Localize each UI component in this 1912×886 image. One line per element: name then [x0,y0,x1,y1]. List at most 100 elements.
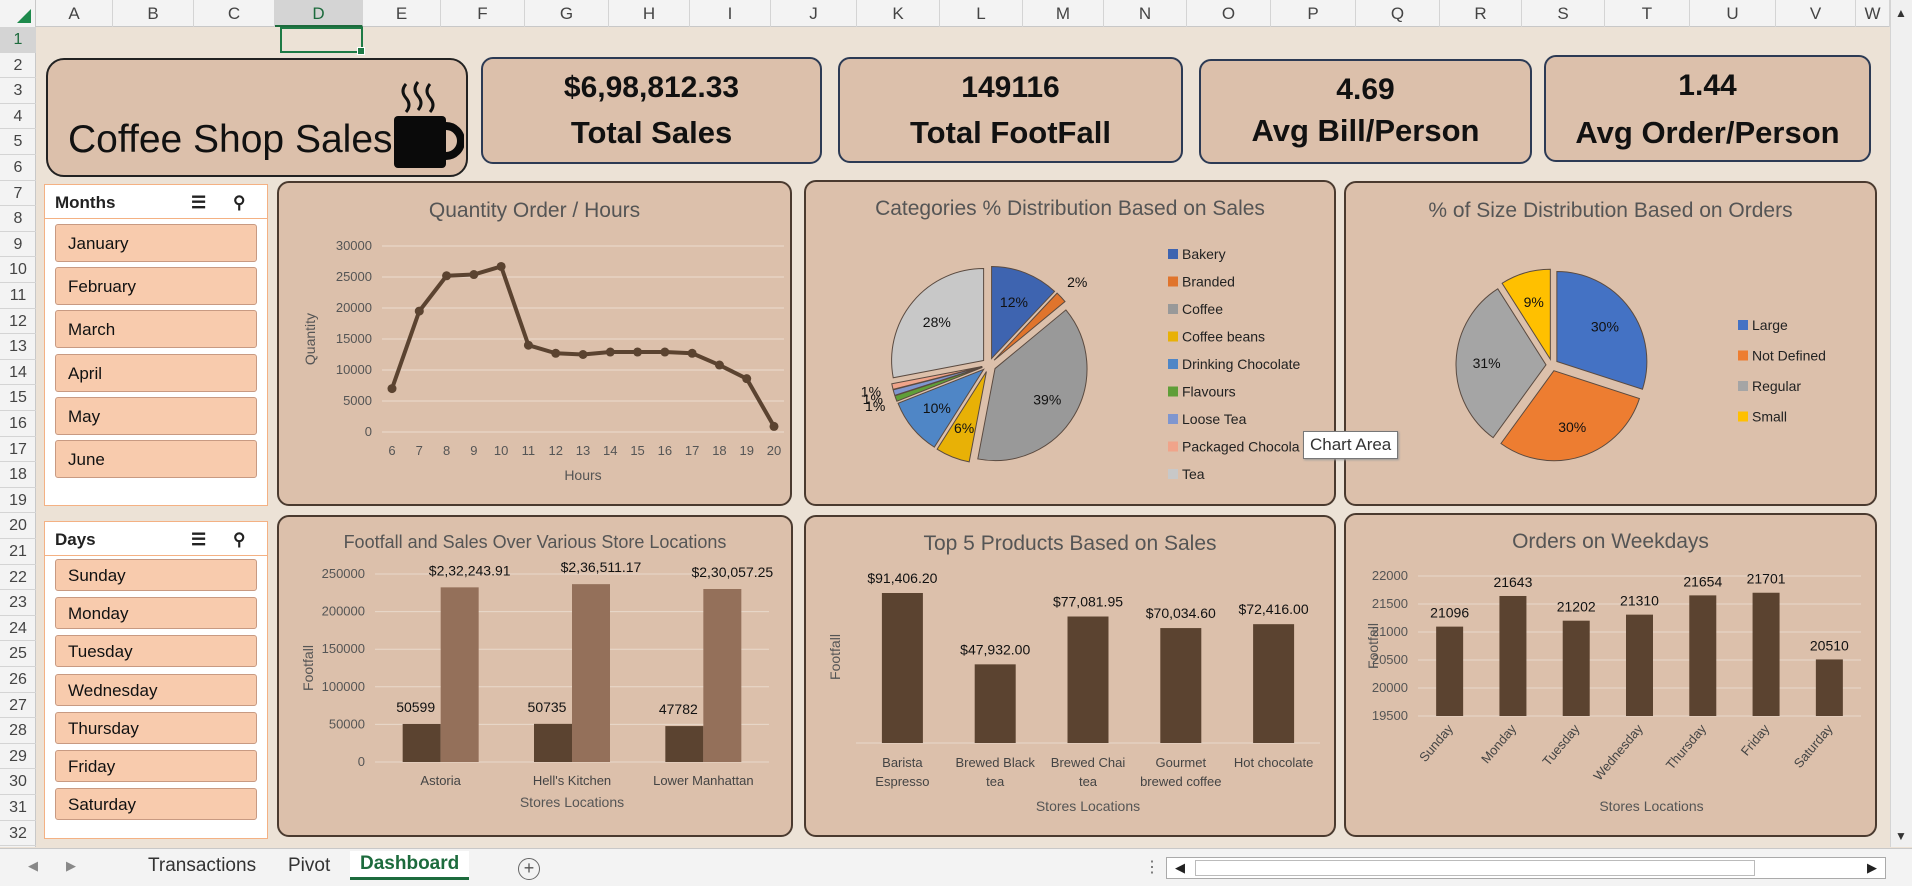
row-header[interactable]: 22 [0,565,36,591]
row-header[interactable]: 18 [0,462,36,488]
chart-categories-pie[interactable]: Categories % Distribution Based on Sales… [804,180,1336,506]
column-header[interactable]: E [363,0,441,27]
column-header[interactable]: C [194,0,275,27]
column-header[interactable]: G [525,0,609,27]
slicer-item-january[interactable]: January [55,224,257,262]
vertical-scrollbar[interactable]: ▲ ▼ [1890,0,1912,847]
clear-filter-icon[interactable]: ⚲ [233,530,245,550]
column-header[interactable]: N [1104,0,1187,27]
prev-sheet-icon[interactable]: ◀ [28,858,38,874]
column-header[interactable]: I [690,0,771,27]
chart-size-pie[interactable]: % of Size Distribution Based on Orders 3… [1344,181,1877,506]
scroll-thumb[interactable] [1195,860,1755,876]
row-header[interactable]: 2 [0,53,36,79]
row-header[interactable]: 31 [0,795,36,821]
row-header[interactable]: 1 [0,27,36,53]
column-header[interactable]: W [1856,0,1890,27]
slicer-item-february[interactable]: February [55,267,257,306]
column-header[interactable]: J [771,0,857,27]
chart-weekdays[interactable]: Orders on Weekdays 19500 20000 20500 21000 2… [1344,513,1877,837]
row-header[interactable]: 11 [0,283,36,309]
row-header[interactable]: 23 [0,590,36,616]
row-header[interactable]: 17 [0,437,36,463]
row-header[interactable]: 21 [0,539,36,565]
tab-pivot[interactable]: Pivot [288,855,330,877]
row-header[interactable]: 6 [0,155,36,181]
row-header[interactable]: 4 [0,104,36,130]
row-header[interactable]: 10 [0,257,36,283]
column-header[interactable]: O [1187,0,1271,27]
column-header[interactable]: K [857,0,940,27]
add-sheet-icon[interactable]: + [518,858,540,880]
x-tick-label: 15 [630,443,644,458]
row-header[interactable]: 25 [0,641,36,667]
slicer-item-march[interactable]: March [55,310,257,349]
column-header[interactable]: U [1690,0,1776,27]
tab-dashboard[interactable]: Dashboard [350,851,470,880]
column-header[interactable]: P [1271,0,1356,27]
slicer-item-wednesday[interactable]: Wednesday [55,673,257,706]
row-header[interactable]: 32 [0,821,36,847]
chart-top-products[interactable]: Top 5 Products Based on Sales $91,406.20… [804,515,1336,837]
column-header[interactable]: R [1440,0,1522,27]
chart-quantity-hours[interactable]: Quantity Order / Hours 0 5000 10000 15000 20… [277,181,792,506]
scroll-left-icon[interactable]: ◀ [1175,860,1185,876]
slicer-item-saturday[interactable]: Saturday [55,788,257,821]
horizontal-scrollbar[interactable]: ◀ ▶ [1166,857,1886,879]
row-header[interactable]: 13 [0,334,36,360]
row-header[interactable]: 15 [0,385,36,411]
kpi-label: Total Sales [570,115,733,150]
multi-select-icon[interactable]: ☰ [191,193,206,213]
row-header[interactable]: 16 [0,411,36,437]
row-header[interactable]: 3 [0,78,36,104]
column-header[interactable]: A [36,0,113,27]
column-header[interactable]: H [609,0,690,27]
row-header[interactable]: 7 [0,181,36,207]
column-header[interactable]: D [275,0,363,27]
clear-filter-icon[interactable]: ⚲ [233,193,245,213]
column-header[interactable]: L [940,0,1023,27]
slicer-item-friday[interactable]: Friday [55,750,257,782]
scroll-right-icon[interactable]: ▶ [1867,860,1877,876]
row-header[interactable]: 19 [0,488,36,514]
column-header[interactable]: T [1605,0,1690,27]
next-sheet-icon[interactable]: ▶ [66,858,76,874]
multi-select-icon[interactable]: ☰ [191,530,206,550]
slicer-item-monday[interactable]: Monday [55,597,257,630]
row-header[interactable]: 27 [0,693,36,719]
row-header[interactable]: 26 [0,667,36,693]
slicer-item-june[interactable]: June [55,440,257,478]
column-header[interactable]: M [1023,0,1104,27]
scroll-up-icon[interactable]: ▲ [1895,6,1907,20]
x-tick-label: 14 [603,443,617,458]
row-header[interactable]: 5 [0,129,36,155]
row-header[interactable]: 9 [0,232,36,258]
row-header[interactable]: 8 [0,206,36,232]
row-header[interactable]: 30 [0,769,36,795]
row-header[interactable]: 24 [0,616,36,642]
select-all-button[interactable] [0,0,36,27]
x-tick-label: brewed coffee [1140,774,1221,789]
slicer-item-thursday[interactable]: Thursday [55,711,257,744]
more-options-icon[interactable]: ⋮ [1144,857,1160,877]
active-cell-d1[interactable] [280,27,365,55]
legend-swatch [1738,381,1748,391]
bar [1160,628,1202,743]
tab-transactions[interactable]: Transactions [148,855,256,877]
row-header[interactable]: 28 [0,718,36,744]
row-header[interactable]: 12 [0,309,36,335]
row-header[interactable]: 14 [0,360,36,386]
slicer-item-may[interactable]: May [55,396,257,435]
chart-store-locations[interactable]: Footfall and Sales Over Various Store Lo… [277,515,793,837]
column-header[interactable]: F [441,0,525,27]
column-header[interactable]: B [113,0,194,27]
slicer-item-tuesday[interactable]: Tuesday [55,635,257,668]
row-header[interactable]: 29 [0,744,36,770]
slicer-item-april[interactable]: April [55,353,257,392]
row-header[interactable]: 20 [0,513,36,539]
scroll-down-icon[interactable]: ▼ [1895,829,1907,843]
slicer-item-sunday[interactable]: Sunday [55,559,257,591]
column-header[interactable]: V [1776,0,1856,27]
column-header[interactable]: S [1522,0,1605,27]
column-header[interactable]: Q [1356,0,1440,27]
